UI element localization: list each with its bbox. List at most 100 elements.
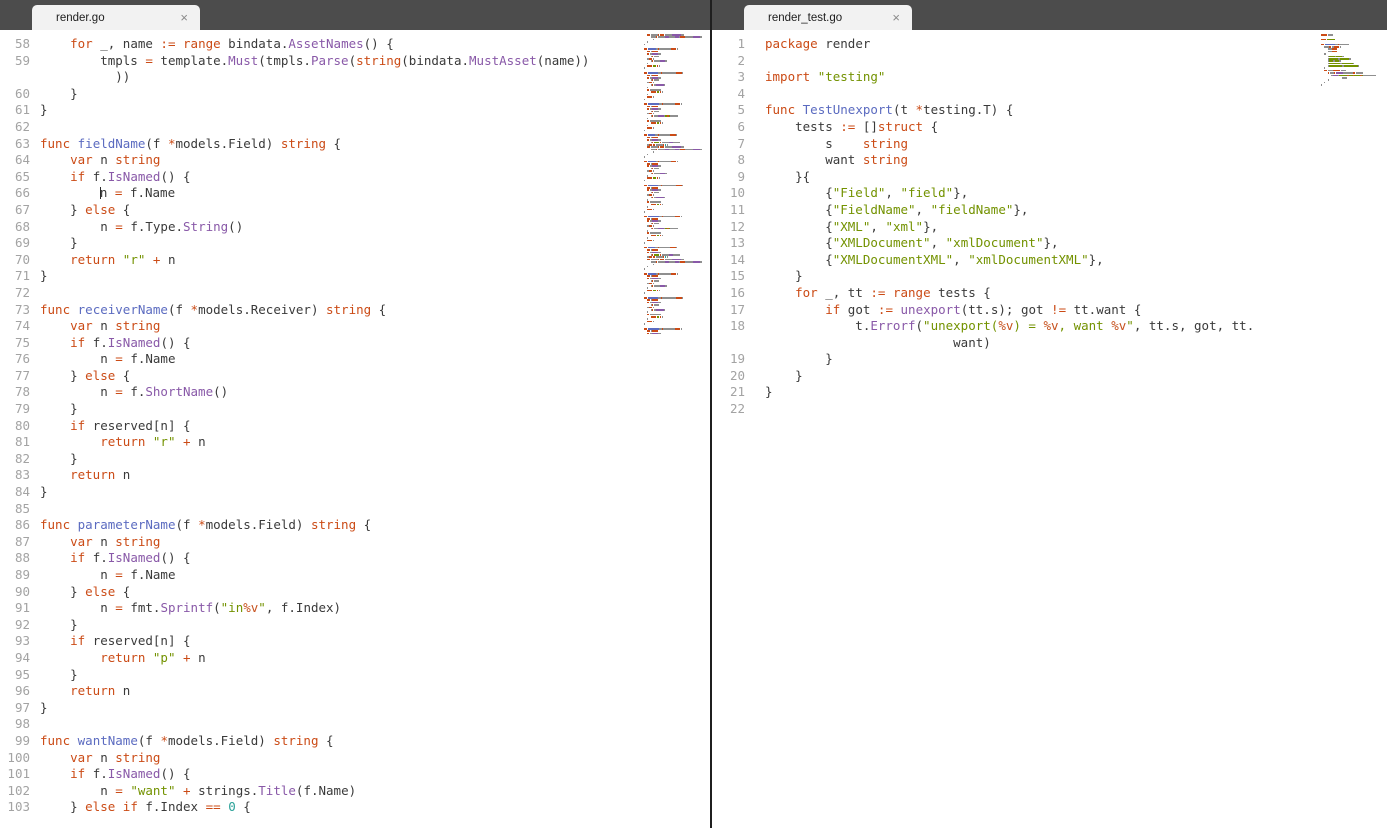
code-line[interactable]: 21} — [712, 384, 1387, 401]
line-number[interactable]: 94 — [0, 650, 30, 667]
line-number[interactable]: 81 — [0, 434, 30, 451]
code-line[interactable]: 61} — [0, 102, 710, 119]
code-line[interactable]: 73func receiverName(f *models.Receiver) … — [0, 302, 710, 319]
code-line[interactable]: 72 — [0, 285, 710, 302]
code-line[interactable]: 7 s string — [712, 136, 1387, 153]
code-line[interactable]: 96 return n — [0, 683, 710, 700]
line-number[interactable]: 88 — [0, 550, 30, 567]
line-number[interactable]: 64 — [0, 152, 30, 169]
code-line[interactable]: 63func fieldName(f *models.Field) string… — [0, 136, 710, 153]
line-number[interactable]: 71 — [0, 268, 30, 285]
code-line[interactable]: 65 if f.IsNamed() { — [0, 169, 710, 186]
code-line[interactable]: 83 return n — [0, 467, 710, 484]
tab-close-icon[interactable]: × — [180, 11, 188, 24]
line-number[interactable]: 72 — [0, 285, 30, 302]
code-line[interactable]: 90 } else { — [0, 584, 710, 601]
line-number[interactable]: 6 — [712, 119, 745, 136]
code-line[interactable]: 70 return "r" + n — [0, 252, 710, 269]
code-line[interactable]: 95 } — [0, 667, 710, 684]
code-line[interactable]: 100 var n string — [0, 750, 710, 767]
code-line[interactable]: 64 var n string — [0, 152, 710, 169]
line-number[interactable]: 17 — [712, 302, 745, 319]
line-number[interactable]: 79 — [0, 401, 30, 418]
code-line[interactable]: 59 tmpls = template.Must(tmpls.Parse(str… — [0, 53, 710, 70]
code-line[interactable]: 80 if reserved[n] { — [0, 418, 710, 435]
line-number[interactable]: 87 — [0, 534, 30, 551]
line-number[interactable]: 85 — [0, 501, 30, 518]
code-line[interactable]: 99func wantName(f *models.Field) string … — [0, 733, 710, 750]
line-number[interactable]: 70 — [0, 252, 30, 269]
code-line[interactable]: 5func TestUnexport(t *testing.T) { — [712, 102, 1387, 119]
code-line[interactable]: 19 } — [712, 351, 1387, 368]
code-line[interactable]: 14 {"XMLDocumentXML", "xmlDocumentXML"}, — [712, 252, 1387, 269]
line-number[interactable]: 5 — [712, 102, 745, 119]
line-number[interactable]: 74 — [0, 318, 30, 335]
line-number[interactable]: 82 — [0, 451, 30, 468]
line-number[interactable]: 95 — [0, 667, 30, 684]
code-line[interactable]: 82 } — [0, 451, 710, 468]
code-line[interactable]: 20 } — [712, 368, 1387, 385]
line-number[interactable]: 86 — [0, 517, 30, 534]
line-number[interactable]: 3 — [712, 69, 745, 86]
line-number[interactable]: 1 — [712, 36, 745, 53]
line-number[interactable]: 92 — [0, 617, 30, 634]
code-line[interactable]: 74 var n string — [0, 318, 710, 335]
code-line[interactable]: 16 for _, tt := range tests { — [712, 285, 1387, 302]
code-editor-left[interactable]: 58 for _, name := range bindata.AssetNam… — [0, 30, 710, 828]
code-line[interactable]: 22 — [712, 401, 1387, 418]
code-line[interactable]: )) — [0, 69, 710, 86]
line-number[interactable]: 75 — [0, 335, 30, 352]
line-number[interactable]: 96 — [0, 683, 30, 700]
line-number[interactable]: 8 — [712, 152, 745, 169]
line-number[interactable]: 83 — [0, 467, 30, 484]
code-line[interactable]: 9 }{ — [712, 169, 1387, 186]
line-number[interactable]: 13 — [712, 235, 745, 252]
code-line[interactable]: 92 } — [0, 617, 710, 634]
code-line[interactable]: 87 var n string — [0, 534, 710, 551]
line-number[interactable]: 63 — [0, 136, 30, 153]
code-line[interactable]: 11 {"FieldName", "fieldName"}, — [712, 202, 1387, 219]
code-line[interactable]: 3import "testing" — [712, 69, 1387, 86]
code-line[interactable]: 77 } else { — [0, 368, 710, 385]
minimap[interactable] — [644, 34, 702, 335]
code-line[interactable]: 75 if f.IsNamed() { — [0, 335, 710, 352]
line-number[interactable]: 78 — [0, 384, 30, 401]
code-line[interactable]: 17 if got := unexport(tt.s); got != tt.w… — [712, 302, 1387, 319]
code-line[interactable]: 4 — [712, 86, 1387, 103]
code-line[interactable]: 2 — [712, 53, 1387, 70]
code-line[interactable]: 67 } else { — [0, 202, 710, 219]
line-number[interactable]: 99 — [0, 733, 30, 750]
code-line[interactable]: 10 {"Field", "field"}, — [712, 185, 1387, 202]
line-number[interactable]: 18 — [712, 318, 745, 335]
line-number[interactable]: 68 — [0, 219, 30, 236]
line-number[interactable]: 21 — [712, 384, 745, 401]
code-line[interactable]: 86func parameterName(f *models.Field) st… — [0, 517, 710, 534]
line-number[interactable]: 19 — [712, 351, 745, 368]
code-line[interactable]: 12 {"XML", "xml"}, — [712, 219, 1387, 236]
line-number[interactable]: 14 — [712, 252, 745, 269]
code-line[interactable]: 78 n = f.ShortName() — [0, 384, 710, 401]
line-number[interactable]: 22 — [712, 401, 745, 418]
code-line[interactable]: 98 — [0, 716, 710, 733]
code-line[interactable]: 69 } — [0, 235, 710, 252]
line-number[interactable]: 16 — [712, 285, 745, 302]
code-line[interactable]: 1package render — [712, 36, 1387, 53]
line-number[interactable]: 67 — [0, 202, 30, 219]
line-number[interactable]: 15 — [712, 268, 745, 285]
code-line[interactable]: 13 {"XMLDocument", "xmlDocument"}, — [712, 235, 1387, 252]
line-number[interactable] — [0, 69, 30, 86]
line-number[interactable]: 65 — [0, 169, 30, 186]
code-line[interactable]: 101 if f.IsNamed() { — [0, 766, 710, 783]
line-number[interactable]: 9 — [712, 169, 745, 186]
line-number[interactable]: 7 — [712, 136, 745, 153]
line-number[interactable]: 100 — [0, 750, 30, 767]
code-line[interactable]: 68 n = f.Type.String() — [0, 219, 710, 236]
code-line[interactable]: 8 want string — [712, 152, 1387, 169]
line-number[interactable]: 97 — [0, 700, 30, 717]
line-number[interactable]: 102 — [0, 783, 30, 800]
line-number[interactable]: 2 — [712, 53, 745, 70]
line-number[interactable]: 101 — [0, 766, 30, 783]
line-number[interactable]: 77 — [0, 368, 30, 385]
line-number[interactable]: 62 — [0, 119, 30, 136]
tab-close-icon[interactable]: × — [892, 11, 900, 24]
